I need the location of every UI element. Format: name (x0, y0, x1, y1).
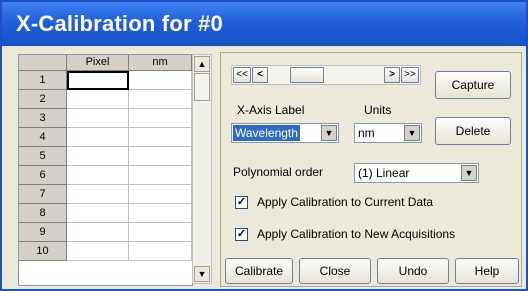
row-header: 7 (19, 185, 67, 204)
point-navigation-scrollbar[interactable]: << < > >> (231, 65, 421, 85)
close-button[interactable]: Close (299, 258, 371, 284)
title-bar[interactable]: X-Calibration for #0 (2, 2, 526, 46)
pixel-cell[interactable] (67, 147, 129, 166)
scroll-last-button[interactable]: >> (401, 67, 419, 83)
chevron-down-icon[interactable]: ▼ (461, 165, 477, 181)
pixel-cell[interactable] (67, 109, 129, 128)
nm-cell[interactable] (129, 128, 192, 147)
chevron-down-icon[interactable]: ▼ (404, 125, 420, 141)
capture-button[interactable]: Capture (435, 71, 511, 99)
units-caption: Units (364, 103, 392, 117)
nm-cell[interactable] (129, 166, 192, 185)
pixel-cell[interactable] (67, 185, 129, 204)
nm-cell[interactable] (129, 204, 192, 223)
x-axis-label-caption: X-Axis Label (237, 103, 305, 117)
x-axis-label-value: Wavelength (233, 125, 300, 141)
nm-cell[interactable] (129, 223, 192, 242)
scroll-first-button[interactable]: << (233, 67, 251, 83)
pixel-cell[interactable] (67, 223, 129, 242)
row-header: 5 (19, 147, 67, 166)
scroll-down-icon[interactable]: ▼ (194, 266, 210, 282)
polynomial-order-label: Polynomial order (233, 165, 324, 179)
scroll-prev-button[interactable]: < (252, 67, 268, 83)
pixel-cell[interactable] (67, 166, 129, 185)
polynomial-order-value: (1) Linear (358, 166, 410, 180)
row-header: 1 (19, 71, 67, 90)
nm-cell[interactable] (129, 71, 192, 90)
pixel-cell[interactable] (67, 90, 129, 109)
nm-cell[interactable] (129, 185, 192, 204)
pixel-cell[interactable] (67, 71, 129, 90)
row-header: 4 (19, 128, 67, 147)
x-calibration-window: X-Calibration for #0 Pixel nm 1 2 3 4 5 … (0, 0, 528, 291)
row-header: 10 (19, 242, 67, 261)
help-button[interactable]: Help (455, 258, 519, 284)
x-axis-label-dropdown[interactable]: Wavelength ▼ (231, 123, 339, 143)
apply-new-checkbox[interactable]: ✓ (235, 228, 248, 241)
scroll-next-button[interactable]: > (384, 67, 400, 83)
row-header: 2 (19, 90, 67, 109)
window-title: X-Calibration for #0 (16, 11, 223, 36)
apply-current-label: Apply Calibration to Current Data (257, 195, 434, 209)
nm-cell[interactable] (129, 109, 192, 128)
row-header: 6 (19, 166, 67, 185)
calibration-settings-panel: << < > >> Capture Delete X-Axis Label Wa… (220, 52, 522, 287)
apply-current-checkbox[interactable]: ✓ (235, 196, 248, 209)
scroll-thumb[interactable] (290, 67, 324, 83)
pixel-cell[interactable] (67, 242, 129, 261)
units-value: nm (358, 126, 375, 140)
row-header: 3 (19, 109, 67, 128)
apply-new-label: Apply Calibration to New Acquisitions (257, 227, 456, 241)
column-header-pixel: Pixel (67, 55, 129, 71)
chevron-down-icon[interactable]: ▼ (321, 125, 337, 141)
undo-button[interactable]: Undo (377, 258, 449, 284)
row-header: 9 (19, 223, 67, 242)
row-header: 8 (19, 204, 67, 223)
polynomial-order-dropdown[interactable]: (1) Linear ▼ (354, 163, 479, 183)
column-header-nm: nm (129, 55, 192, 71)
calibration-grid: Pixel nm 1 2 3 4 5 6 7 8 9 10 (18, 54, 193, 286)
nm-cell[interactable] (129, 90, 192, 109)
nm-cell[interactable] (129, 242, 192, 261)
pixel-cell[interactable] (67, 204, 129, 223)
scroll-thumb[interactable] (194, 73, 210, 101)
delete-button[interactable]: Delete (435, 117, 511, 145)
pixel-cell[interactable] (67, 128, 129, 147)
units-dropdown[interactable]: nm ▼ (354, 123, 422, 143)
calibrate-button[interactable]: Calibrate (225, 258, 293, 284)
grid-vertical-scrollbar[interactable]: ▲ ▼ (192, 54, 212, 284)
scroll-up-icon[interactable]: ▲ (194, 56, 210, 72)
nm-cell[interactable] (129, 147, 192, 166)
grid-corner (19, 55, 67, 71)
